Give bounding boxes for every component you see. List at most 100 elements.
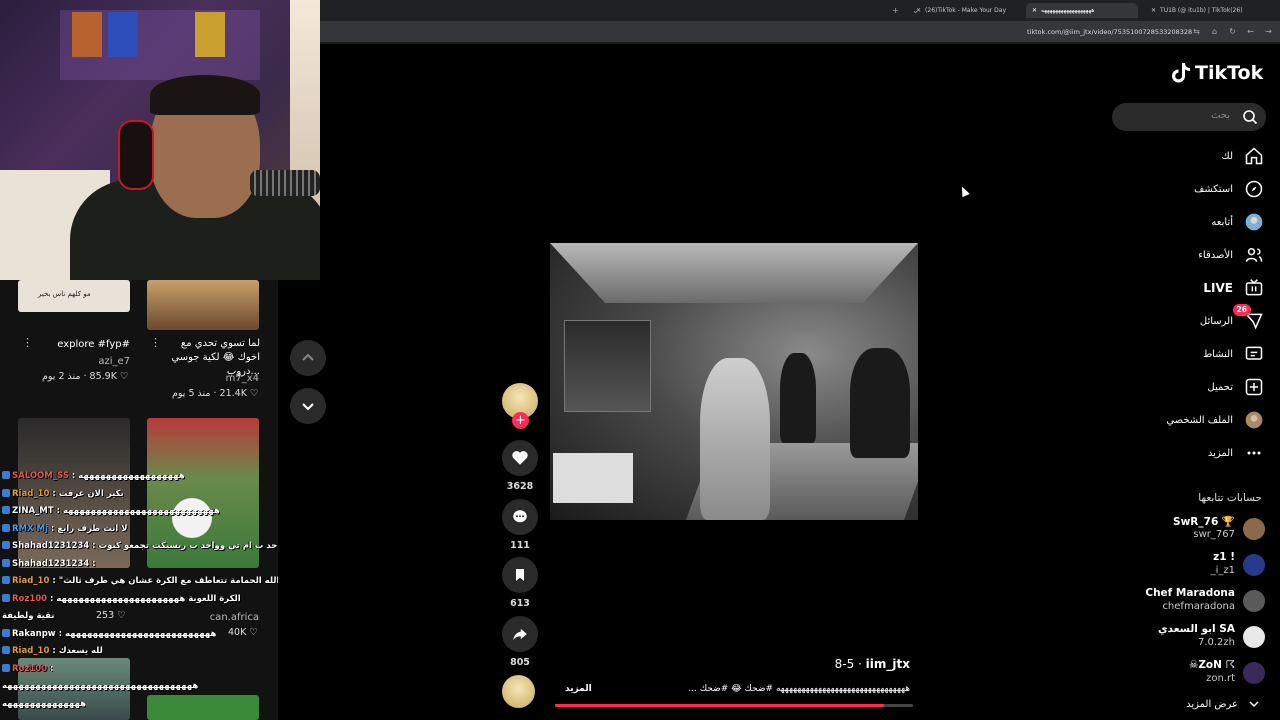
- activity-icon: [1243, 343, 1265, 365]
- chat-separator: :: [49, 576, 59, 586]
- sidebar-item-4[interactable]: LIVE: [1130, 276, 1265, 300]
- card-likes: 40K: [228, 627, 247, 638]
- address-bar[interactable]: tiktok.com/@iim_jtx/video/75351007285332…: [320, 21, 1280, 42]
- webcam-box: [195, 12, 225, 57]
- card-age: منذ 2 يوم: [42, 371, 81, 382]
- card-age: منذ 5 يوم: [172, 388, 211, 399]
- card-user[interactable]: m7_x4: [163, 373, 259, 384]
- browser-tab[interactable]: ✕ (26)TikTok - Make Your Day: [910, 3, 1020, 18]
- chat-message: Riad_10 : لله يسعدك: [2, 643, 103, 660]
- sidebar-item-7[interactable]: تحميل: [1130, 375, 1265, 399]
- chat-username: Riad_10: [12, 576, 50, 586]
- chat-username: RMX Mj: [12, 523, 48, 534]
- chat-separator: :: [89, 541, 99, 551]
- chat-separator: :: [47, 593, 57, 604]
- chat-message: Shahad1231234 : حد ب ام تي وواحد ب ريسيك…: [2, 538, 277, 555]
- tune-icon[interactable]: ⇆: [1192, 27, 1201, 36]
- following-avatar-icon: [1243, 211, 1265, 233]
- close-icon[interactable]: ✕: [1032, 7, 1037, 14]
- following-username: swr_767: [1193, 529, 1235, 540]
- following-name: SwR_76 🏆: [1173, 516, 1235, 528]
- sound-avatar[interactable]: [502, 675, 535, 708]
- sidebar-item-5[interactable]: الرسائل 26: [1130, 304, 1265, 333]
- more-options-icon[interactable]: ⋮: [22, 336, 33, 349]
- card-likes: 253: [96, 610, 115, 621]
- card-likes: 85.9K: [89, 371, 117, 382]
- card-meta: ♡ 21.4K · منذ 5 يوم: [172, 388, 259, 399]
- see-more-following-button[interactable]: عرض المزيد: [1130, 698, 1260, 710]
- chat-badge-icon: [2, 471, 10, 479]
- video-thumbnail[interactable]: [147, 695, 259, 720]
- back-icon[interactable]: ←: [1246, 27, 1255, 36]
- chat-text: ههههههههههههههههههههههههههه: [65, 628, 217, 639]
- browser-tab-active[interactable]: ✕ ههههههههههههههههههه: [1026, 3, 1138, 18]
- previous-video-button[interactable]: [290, 340, 326, 376]
- notification-badge: 26: [1232, 304, 1251, 316]
- sidebar-item-2[interactable]: أتابعه: [1130, 210, 1265, 234]
- chat-username: Riad_10: [12, 488, 50, 499]
- browser-tab[interactable]: ✕ TU1B (@ itu1b) | TikTok(26): [1145, 3, 1265, 18]
- video-progress-bar[interactable]: [555, 704, 913, 707]
- sidebar-item-0[interactable]: لك: [1130, 144, 1265, 168]
- follow-plus-button[interactable]: +: [512, 412, 529, 429]
- following-account[interactable]: ابو السعدي SA 7.0.2zh: [1130, 620, 1265, 654]
- save-button[interactable]: [502, 557, 538, 593]
- chat-text: لا انت طرف رابع: [57, 523, 128, 534]
- close-icon[interactable]: ✕: [1151, 7, 1156, 14]
- heart-icon: [512, 451, 528, 465]
- upload-icon: [1243, 376, 1265, 398]
- sidebar-item-9[interactable]: المزيد: [1130, 441, 1265, 465]
- forward-icon[interactable]: →: [1264, 27, 1273, 36]
- following-account[interactable]: ☠ZoN ☈ zon.rt: [1130, 656, 1265, 690]
- close-icon[interactable]: ✕: [916, 7, 921, 14]
- thumbnail-caption: مو كلهم ناس بخير: [38, 290, 91, 298]
- card-user[interactable]: azi_e7: [35, 356, 130, 367]
- search-icon[interactable]: [1242, 109, 1258, 125]
- video-thumbnail[interactable]: مو كلهم ناس بخير: [18, 280, 130, 312]
- chat-separator: :: [47, 523, 58, 534]
- search-placeholder: بحث: [1210, 110, 1230, 121]
- video-author-name[interactable]: iim_jtx: [866, 657, 910, 671]
- more-options-icon[interactable]: ⋮: [150, 336, 161, 349]
- card-user[interactable]: can.africa: [163, 612, 259, 623]
- browser-tabbar: + ⌄ ✕ (26)TikTok - Make Your Day ✕ ههههه…: [320, 0, 1280, 21]
- like-button[interactable]: [502, 440, 538, 476]
- chat-badge-icon: [2, 646, 10, 654]
- comment-count: 111: [510, 540, 530, 551]
- share-button[interactable]: [502, 616, 538, 652]
- following-account[interactable]: Chef Maradona chefmaradona: [1130, 584, 1265, 618]
- comment-button[interactable]: [502, 499, 538, 535]
- chat-separator: :: [49, 646, 59, 656]
- chat-text: "والله الحمامة تتعاطف مع الكرة عشان هي ط…: [58, 576, 278, 586]
- sidebar-item-label: الرسائل: [1199, 315, 1233, 327]
- share-icon: [513, 628, 527, 640]
- chevron-down-icon: [302, 403, 314, 411]
- chat-username: Shahad1231234: [12, 541, 90, 551]
- next-video-button[interactable]: [290, 388, 326, 424]
- comment-icon: [513, 510, 527, 523]
- search-input[interactable]: بحث: [1112, 103, 1266, 131]
- profile-icon: [1243, 409, 1265, 431]
- chat-username: ZINA_MT: [12, 506, 54, 516]
- following-account[interactable]: z1 ! _i_z1: [1130, 548, 1265, 582]
- heart-icon: ♡: [249, 388, 259, 399]
- reload-icon[interactable]: ↻: [1228, 27, 1237, 36]
- card-title[interactable]: explore #fyp#: [35, 338, 130, 352]
- sidebar-item-8[interactable]: الملف الشخصي: [1130, 408, 1265, 432]
- video-thumbnail[interactable]: [147, 280, 259, 330]
- sidebar-item-label: النشاط: [1202, 348, 1233, 360]
- video-author[interactable]: 8-5 · iim_jtx: [760, 657, 910, 671]
- sidebar-item-6[interactable]: النشاط: [1130, 342, 1265, 366]
- following-account[interactable]: SwR_76 🏆 swr_767: [1130, 512, 1265, 546]
- sidebar-item-1[interactable]: استكشف: [1130, 177, 1265, 201]
- video-player[interactable]: [550, 243, 918, 520]
- tiktok-logo[interactable]: TikTok: [1172, 62, 1263, 84]
- url-text[interactable]: tiktok.com/@iim_jtx/video/75351007285332…: [1027, 28, 1192, 36]
- see-more-button[interactable]: المزيد: [565, 684, 592, 694]
- home-icon: [1243, 145, 1265, 167]
- sidebar-item-3[interactable]: الأصدقاء: [1130, 243, 1265, 267]
- following-name: ☠ZoN ☈: [1188, 659, 1235, 671]
- new-tab-icon[interactable]: +: [891, 6, 900, 15]
- following-name: z1 !: [1213, 551, 1235, 563]
- home-browser-icon[interactable]: ⌂: [1210, 27, 1219, 36]
